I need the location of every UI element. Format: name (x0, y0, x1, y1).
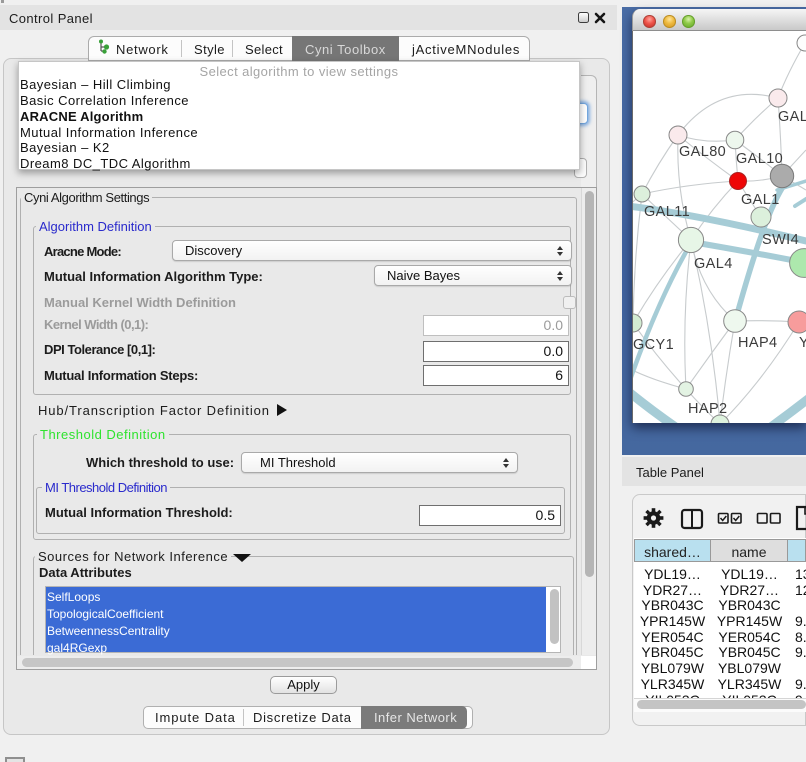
svg-text:GAL80: GAL80 (679, 144, 726, 160)
svg-text:GAL10: GAL10 (736, 151, 783, 167)
svg-text:Y: Y (799, 335, 806, 351)
svg-text:HAP4: HAP4 (738, 335, 777, 351)
svg-text:SWI4: SWI4 (762, 232, 799, 248)
svg-text:GCY1: GCY1 (633, 337, 674, 353)
svg-text:GAL11: GAL11 (644, 204, 690, 220)
svg-text:HAP2: HAP2 (688, 401, 727, 417)
svg-text:GAL4: GAL4 (694, 256, 733, 272)
svg-text:GAL1: GAL1 (741, 192, 780, 208)
svg-text:GAL: GAL (778, 109, 806, 125)
